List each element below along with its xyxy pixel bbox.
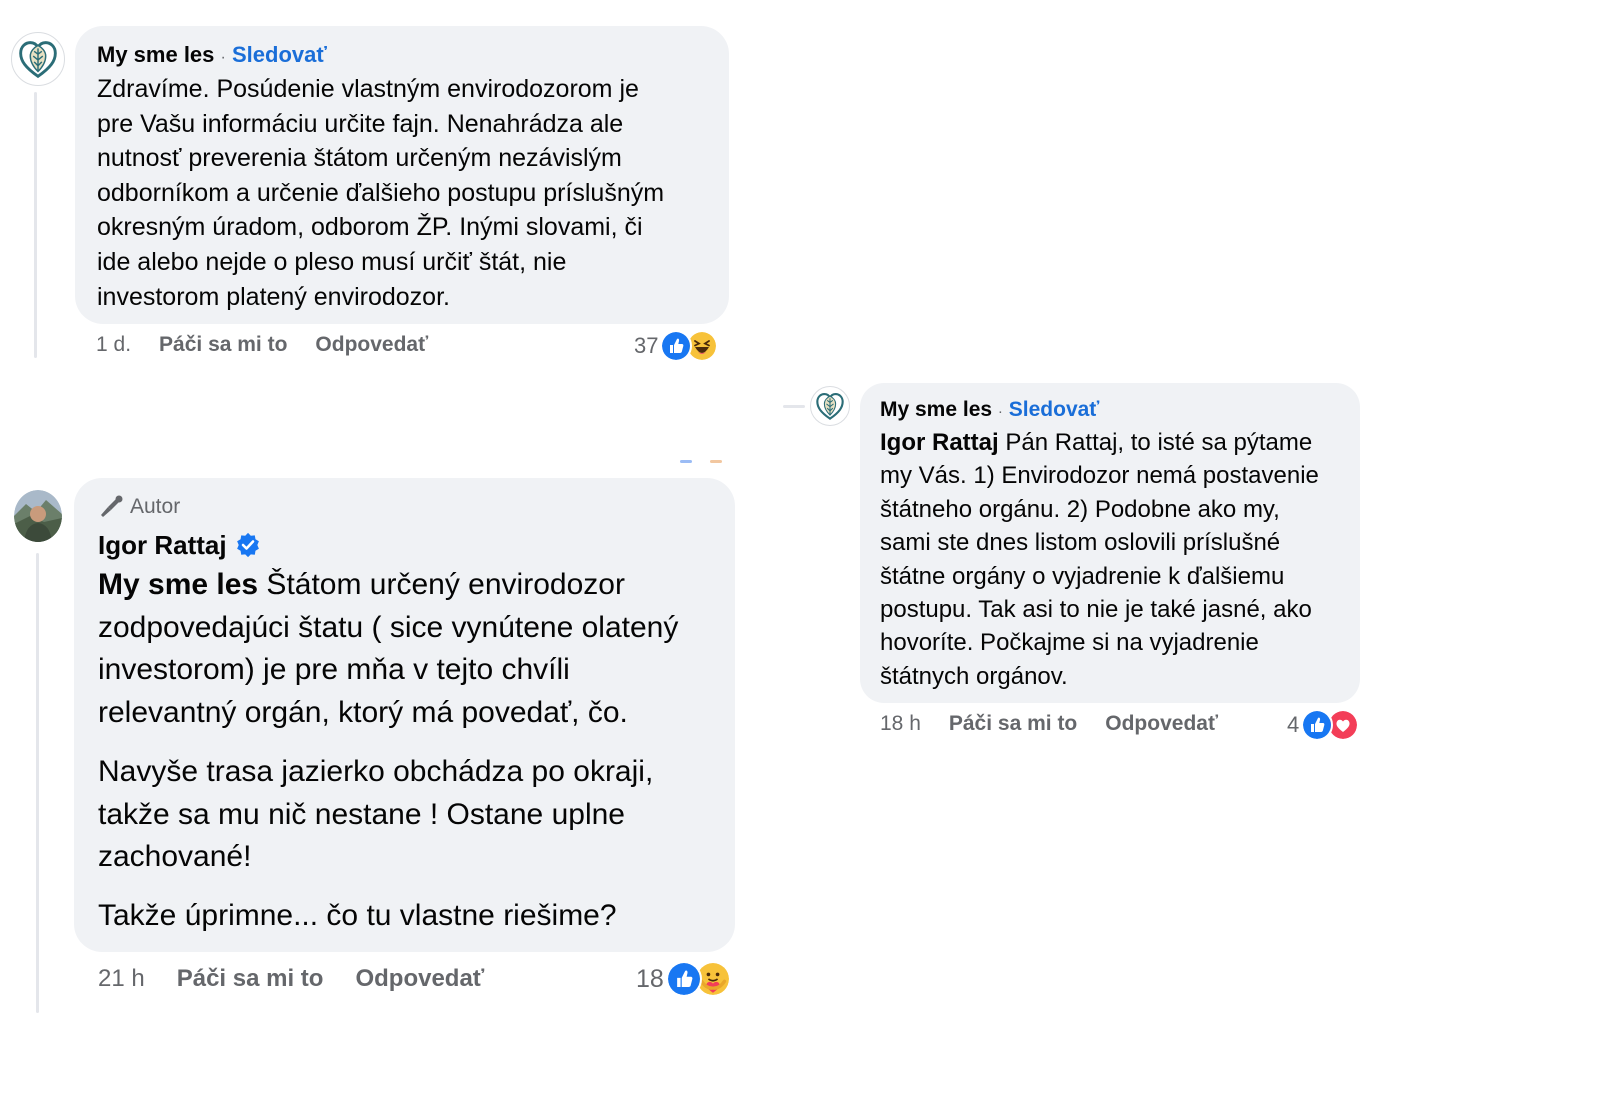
comment-text: My sme les Štátom určený envirodozor zod… — [98, 564, 711, 938]
comment-line: My sme les Štátom určený envirodozor — [98, 564, 711, 607]
forest-heart-logo-icon — [12, 33, 64, 85]
thread-line — [36, 553, 39, 1013]
mention-link[interactable]: My sme les — [98, 568, 258, 601]
comment-line: nutnosť preverenia štátom určeným nezávi… — [97, 144, 622, 173]
like-button[interactable]: Páči sa mi to — [177, 965, 324, 993]
reply-button[interactable]: Odpovedať — [355, 965, 484, 993]
comment-line: zachované! — [98, 840, 252, 874]
comment-line-text: Pán Rattaj, to isté sa pýtame — [998, 429, 1313, 456]
like-icon — [660, 330, 693, 362]
comment-line: my Vás. 1) Envirodozor nemá postavenie — [880, 462, 1319, 490]
comment-line: postupu. Tak asi to nie je také jasné, a… — [880, 596, 1312, 624]
author-name[interactable]: My sme les — [880, 398, 992, 421]
separator-dot: · — [997, 403, 1003, 420]
comment-line: okresným úradom, odborom ŽP. Inými slova… — [97, 213, 643, 242]
comment-line-text: Štátom určený envirodozor — [258, 568, 625, 601]
my-sme-les-avatar[interactable] — [810, 386, 850, 426]
comment-bubble: Autor Igor Rattaj My sme les Štátom urče… — [74, 478, 735, 952]
separator-dot: · — [220, 49, 226, 66]
reply-connector — [783, 405, 805, 408]
author-row: Igor Rattaj — [98, 525, 711, 565]
comment-line: Navyše trasa jazierko obchádza po okraji… — [98, 754, 654, 788]
comment-text: Zdravíme. Posúdenie vlastným envirodozor… — [97, 72, 707, 314]
timestamp[interactable]: 18 h — [880, 712, 921, 736]
comment-line: Zdravíme. Posúdenie vlastným envirodozor… — [97, 75, 639, 103]
comment-paragraph: My sme les Štátom určený envirodozor zod… — [98, 564, 711, 735]
partial-reaction-artifact — [680, 460, 725, 463]
author-badge-label: Autor — [130, 495, 181, 518]
comment-paragraph: Navyše trasa jazierko obchádza po okraji… — [98, 751, 711, 879]
verified-badge-icon — [236, 532, 259, 558]
reaction-count: 4 — [1287, 712, 1300, 737]
reaction-summary[interactable]: 4 — [1287, 709, 1360, 741]
comment-line: Takže úprimne... čo tu vlastne riešime? — [98, 898, 617, 932]
follow-link[interactable]: Sledovať — [232, 42, 327, 67]
reaction-count: 37 — [634, 333, 659, 358]
mention-link[interactable]: Igor Rattaj — [880, 429, 999, 456]
author-name[interactable]: My sme les — [97, 42, 214, 67]
comment-line: takže sa mu nič nestane ! Ostane uplne — [98, 797, 625, 831]
user-photo-icon — [14, 490, 62, 542]
my-sme-les-avatar[interactable] — [11, 32, 65, 86]
like-icon — [1301, 709, 1334, 741]
timestamp[interactable]: 1 d. — [96, 333, 131, 357]
comment-line: pre Vašu informáciu určite fajn. Nenahrá… — [97, 109, 624, 138]
igor-rattaj-avatar[interactable] — [14, 490, 62, 542]
reply-button[interactable]: Odpovedať — [1105, 712, 1218, 736]
comment-line: investorom) je pre mňa v tejto chvíli — [98, 653, 570, 687]
comment-line: relevantný orgán, ktorý má povedať, čo. — [98, 696, 628, 730]
comment-actions: 18 h Páči sa mi to Odpovedať — [880, 709, 1218, 739]
author-name[interactable]: Igor Rattaj — [98, 530, 227, 561]
comment-bubble: My sme les · Sledovať Zdravíme. Posúdeni… — [75, 26, 729, 324]
comment-line: ide alebo nejde o pleso musí určiť štát,… — [97, 247, 567, 276]
reply-button[interactable]: Odpovedať — [315, 333, 428, 357]
comment-line: investorom platený envirodozor. — [97, 282, 450, 311]
comment-paragraph: Takže úprimne... čo tu vlastne riešime? — [98, 895, 711, 938]
comment-line: hovoríte. Počkajme si na vyjadrenie — [880, 629, 1259, 657]
like-icon — [665, 961, 702, 997]
comment-actions: 1 d. Páči sa mi to Odpovedať — [96, 330, 428, 360]
microphone-icon — [101, 495, 123, 517]
like-button[interactable]: Páči sa mi to — [949, 712, 1077, 736]
follow-link[interactable]: Sledovať — [1009, 398, 1100, 421]
comment-actions: 21 h Páči sa mi to Odpovedať — [98, 962, 484, 996]
comment-line: Igor Rattaj Pán Rattaj, to isté sa pýtam… — [880, 426, 1340, 459]
author-badge: Autor — [98, 491, 711, 523]
comment-line: sami ste dnes listom oslovili príslušné — [880, 529, 1281, 557]
reaction-summary[interactable]: 37 — [634, 330, 719, 362]
reaction-summary[interactable]: 18 — [636, 960, 731, 998]
comment-line: štátne orgány o vyjadrenie k ďalšiemu — [880, 562, 1285, 590]
comment-line: štátnych orgánov. — [880, 662, 1068, 690]
timestamp[interactable]: 21 h — [98, 965, 145, 993]
thread-line — [34, 92, 37, 358]
comment-text: Igor Rattaj Pán Rattaj, to isté sa pýtam… — [880, 426, 1340, 693]
comment-line: zodpovedajúci štatu ( sice vynútene olat… — [98, 610, 679, 644]
comment-line: štátneho orgánu. 2) Podobne ako my, — [880, 495, 1280, 523]
forest-heart-logo-icon — [811, 387, 849, 425]
like-button[interactable]: Páči sa mi to — [159, 333, 287, 357]
comment-bubble: My sme les · Sledovať Igor Rattaj Pán Ra… — [860, 383, 1360, 703]
reaction-count: 18 — [636, 964, 664, 993]
comment-line: odborníkom a určenie ďalšieho postupu pr… — [97, 178, 665, 207]
